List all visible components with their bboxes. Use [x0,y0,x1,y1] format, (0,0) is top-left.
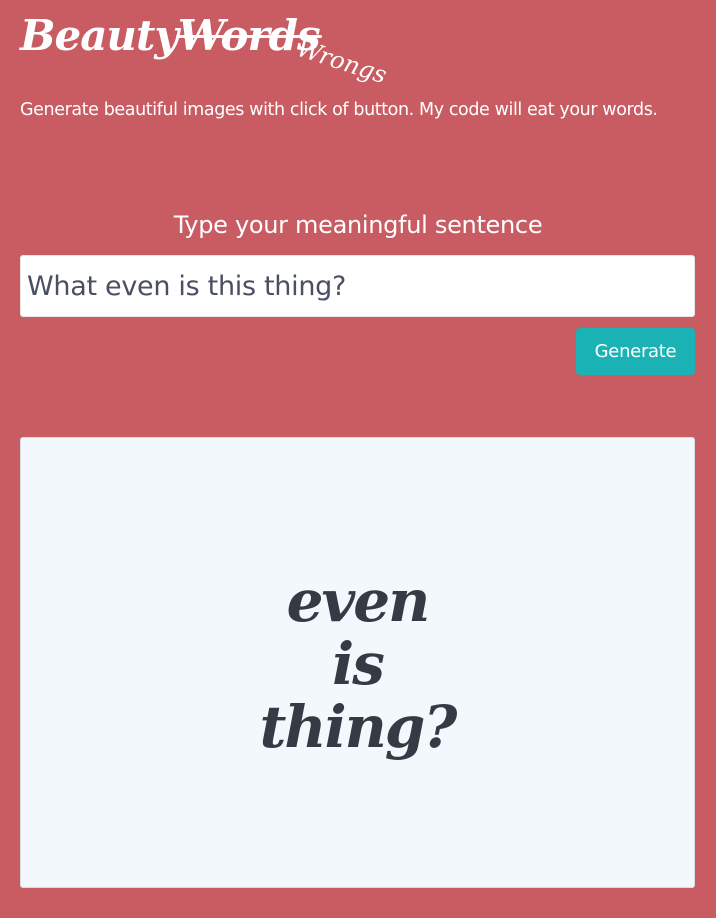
tagline: Generate beautiful images with click of … [20,100,658,120]
logo-word-beauty: Beauty [20,11,179,60]
sentence-label: Type your meaningful sentence [173,211,543,239]
sentence-input[interactable] [20,255,695,317]
logo-subtitle: Wrongs [293,34,391,90]
generated-line: thing? [259,693,458,761]
app-header: BeautyWords Wrongs [20,8,700,90]
generated-line: is [332,630,385,698]
generated-image-card: even is thing? [20,437,695,888]
generated-text: even is thing? [21,570,694,759]
logo-title: BeautyWords [20,8,322,64]
generated-line: even [286,567,431,635]
generate-button[interactable]: Generate [576,328,695,375]
